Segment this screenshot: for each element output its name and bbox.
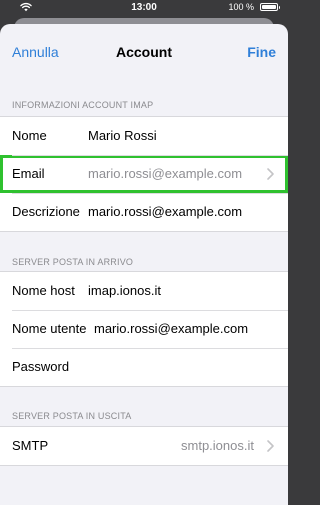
outgoing-server-group: SMTP smtp.ionos.it <box>0 426 288 466</box>
hostname-label: Nome host <box>12 283 75 298</box>
username-field[interactable]: mario.rossi@example.com <box>94 321 248 336</box>
incoming-server-group: Nome host imap.ionos.it Nome utente mari… <box>0 271 288 387</box>
battery-percentage: 100 % <box>228 2 254 12</box>
username-label: Nome utente <box>12 321 87 336</box>
name-row[interactable]: Nome Mario Rossi <box>0 117 288 155</box>
section-header-incoming: SERVER POSTA IN ARRIVO <box>12 257 134 267</box>
description-label: Descrizione <box>12 204 80 219</box>
smtp-value: smtp.ionos.it <box>181 438 254 453</box>
chevron-right-icon <box>267 440 274 452</box>
account-sheet: Annulla Account Fine INFORMAZIONI ACCOUN… <box>0 24 288 505</box>
password-row[interactable]: Password <box>0 348 288 386</box>
email-label: Email <box>12 166 45 181</box>
done-button[interactable]: Fine <box>247 44 276 60</box>
battery-fill <box>262 5 276 9</box>
hostname-field[interactable]: imap.ionos.it <box>88 283 161 298</box>
chevron-right-icon <box>267 168 274 180</box>
navigation-bar: Annulla Account Fine <box>0 24 288 80</box>
smtp-row[interactable]: SMTP smtp.ionos.it <box>0 427 288 465</box>
imap-account-group: Nome Mario Rossi Email mario.rossi@examp… <box>0 116 288 232</box>
password-label: Password <box>12 359 70 374</box>
email-value: mario.rossi@example.com <box>88 166 243 181</box>
username-row[interactable]: Nome utente mario.rossi@example.com <box>0 310 288 348</box>
email-row[interactable]: Email mario.rossi@example.com <box>0 155 288 193</box>
section-header-outgoing: SERVER POSTA IN USCITA <box>12 411 132 421</box>
name-label: Nome <box>12 128 47 143</box>
hostname-row[interactable]: Nome host imap.ionos.it <box>0 272 288 310</box>
section-header-imap: INFORMAZIONI ACCOUNT IMAP <box>12 100 154 110</box>
description-field[interactable]: mario.rossi@example.com <box>88 204 242 219</box>
status-bar: 13:00 100 % <box>0 0 288 16</box>
name-field[interactable]: Mario Rossi <box>88 128 157 143</box>
battery-icon <box>260 3 280 11</box>
page-title: Account <box>116 44 172 60</box>
description-row[interactable]: Descrizione mario.rossi@example.com <box>0 193 288 231</box>
smtp-label: SMTP <box>12 438 49 453</box>
